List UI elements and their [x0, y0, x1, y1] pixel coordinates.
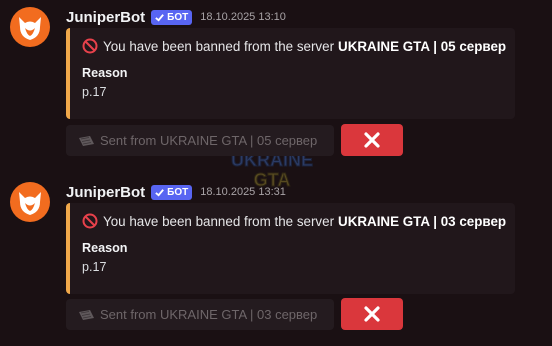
bot-badge-label: БОТ [167, 186, 189, 198]
server-name: UKRAINE GTA | 03 сервер [338, 213, 507, 229]
message-header: JuniperBot БОТ 18.10.2025 13:10 [66, 7, 286, 27]
ban-message-text: You have been banned from the server [103, 38, 335, 54]
embed-description: You have been banned from the server UKR… [82, 38, 506, 54]
sent-from-label: Sent from UKRAINE GTA | 03 сервер [100, 307, 318, 322]
sent-from-label: Sent from UKRAINE GTA | 05 сервер [100, 133, 318, 148]
avatar[interactable] [10, 182, 50, 222]
server-tag-icon [79, 309, 94, 320]
author-name[interactable]: JuniperBot [66, 9, 145, 26]
embed: You have been banned from the server UKR… [66, 203, 515, 294]
fox-logo-icon [19, 192, 41, 215]
dismiss-button[interactable] [341, 298, 403, 330]
ban-message-text: You have been banned from the server [103, 213, 335, 229]
server-name: UKRAINE GTA | 05 сервер [338, 38, 507, 54]
bot-badge-label: БОТ [167, 11, 189, 23]
no-entry-icon [82, 213, 98, 229]
message-header: JuniperBot БОТ 18.10.2025 13:31 [66, 182, 286, 202]
reason-field-value: p.17 [82, 85, 107, 99]
sent-from-server-button[interactable]: Sent from UKRAINE GTA | 05 сервер [66, 125, 334, 156]
embed: You have been banned from the server UKR… [66, 28, 515, 119]
no-entry-icon [82, 38, 98, 54]
sent-from-server-button[interactable]: Sent from UKRAINE GTA | 03 сервер [66, 299, 334, 330]
checkmark-icon [155, 188, 165, 197]
author-name[interactable]: JuniperBot [66, 184, 145, 201]
avatar[interactable] [10, 7, 50, 47]
server-tag-icon [79, 135, 94, 146]
checkmark-icon [155, 13, 165, 22]
reason-field-value: p.17 [82, 260, 107, 274]
dismiss-button[interactable] [341, 124, 403, 156]
timestamp: 18.10.2025 13:10 [200, 11, 286, 23]
x-icon [364, 132, 380, 148]
fox-logo-icon [19, 17, 41, 40]
bot-badge: БОТ [151, 9, 193, 25]
bot-badge: БОТ [151, 184, 193, 200]
timestamp: 18.10.2025 13:31 [200, 186, 286, 198]
reason-field-name: Reason [82, 66, 128, 80]
embed-description: You have been banned from the server UKR… [82, 213, 506, 229]
reason-field-name: Reason [82, 241, 128, 255]
x-icon [364, 306, 380, 322]
